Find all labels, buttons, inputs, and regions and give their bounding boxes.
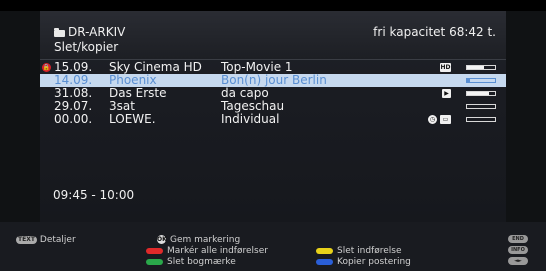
save-selection-label: Gem markering: [170, 235, 241, 245]
delete-entry-label: Slet indførelse: [337, 246, 402, 256]
progress-bar: [466, 91, 496, 96]
details-hint[interactable]: TEXT Detaljer: [16, 235, 76, 246]
recording-date: 00.00.: [54, 112, 93, 126]
progress-fill: [467, 79, 470, 82]
recording-title: Individual: [221, 112, 280, 126]
archive-panel: DR-ARKIV Slet/kopier fri kapacitet 68:42…: [40, 11, 506, 222]
top-strip: [0, 0, 546, 11]
info-key-icon[interactable]: INFO: [508, 246, 528, 254]
copy-entry-label: Kopier postering: [337, 257, 411, 267]
progress-fill: [467, 92, 490, 95]
footer-legend: TEXT Detaljer OK Gem markering Markér alle…: [0, 222, 546, 271]
free-capacity: fri kapacitet 68:42 t.: [373, 25, 496, 39]
folder-icon: ▭: [440, 115, 451, 124]
hd-icon: HD: [440, 63, 451, 72]
copy-entry-hint[interactable]: Kopier postering: [316, 257, 411, 268]
play-icon: ▶: [442, 89, 451, 98]
time-range: 09:45 - 10:00: [53, 188, 135, 202]
page-title: DR-ARKIV Slet/kopier: [54, 25, 125, 55]
tv-screen: DR-ARKIV Slet/kopier fri kapacitet 68:42…: [0, 0, 546, 271]
delete-bookmark-hint[interactable]: Slet bogmærke: [146, 257, 236, 268]
blue-key-icon: [316, 258, 333, 265]
delete-bookmark-label: Slet bogmærke: [167, 257, 236, 267]
yellow-key-icon: [316, 247, 333, 254]
progress-bar: [466, 65, 496, 70]
ok-key-icon: OK: [157, 235, 167, 244]
clock-icon: ◷: [428, 115, 437, 124]
select-all-label: Markér alle indførelser: [167, 246, 268, 256]
progress-bar: [466, 104, 496, 109]
panel-header: DR-ARKIV Slet/kopier fri kapacitet 68:42…: [40, 11, 506, 60]
arrows-key-icon[interactable]: ◄►: [508, 257, 528, 265]
text-key-icon: TEXT: [16, 235, 37, 244]
title-line1: DR-ARKIV: [68, 25, 126, 39]
progress-fill: [467, 66, 484, 69]
recording-channel: LOEWE.: [109, 112, 156, 126]
title-line2: Slet/kopier: [54, 40, 119, 54]
green-key-icon: [146, 258, 163, 265]
archive-folder-icon: [54, 28, 65, 37]
save-selection-hint[interactable]: OK Gem markering: [157, 235, 240, 246]
delete-entry-hint[interactable]: Slet indførelse: [316, 246, 402, 257]
lock-icon: 🔒: [42, 63, 51, 72]
recording-row[interactable]: 00.00. LOEWE. Individual ◷ ▭: [40, 113, 506, 126]
red-key-icon: [146, 247, 163, 254]
progress-bar: [466, 78, 496, 83]
select-all-hint[interactable]: Markér alle indførelser: [146, 246, 268, 257]
details-label: Detaljer: [39, 235, 76, 245]
progress-bar: [466, 117, 496, 122]
end-key-icon[interactable]: END: [508, 235, 528, 243]
recordings-list: 🔒 15.09. Sky Cinema HD Top-Movie 1 HD 14…: [40, 61, 506, 126]
